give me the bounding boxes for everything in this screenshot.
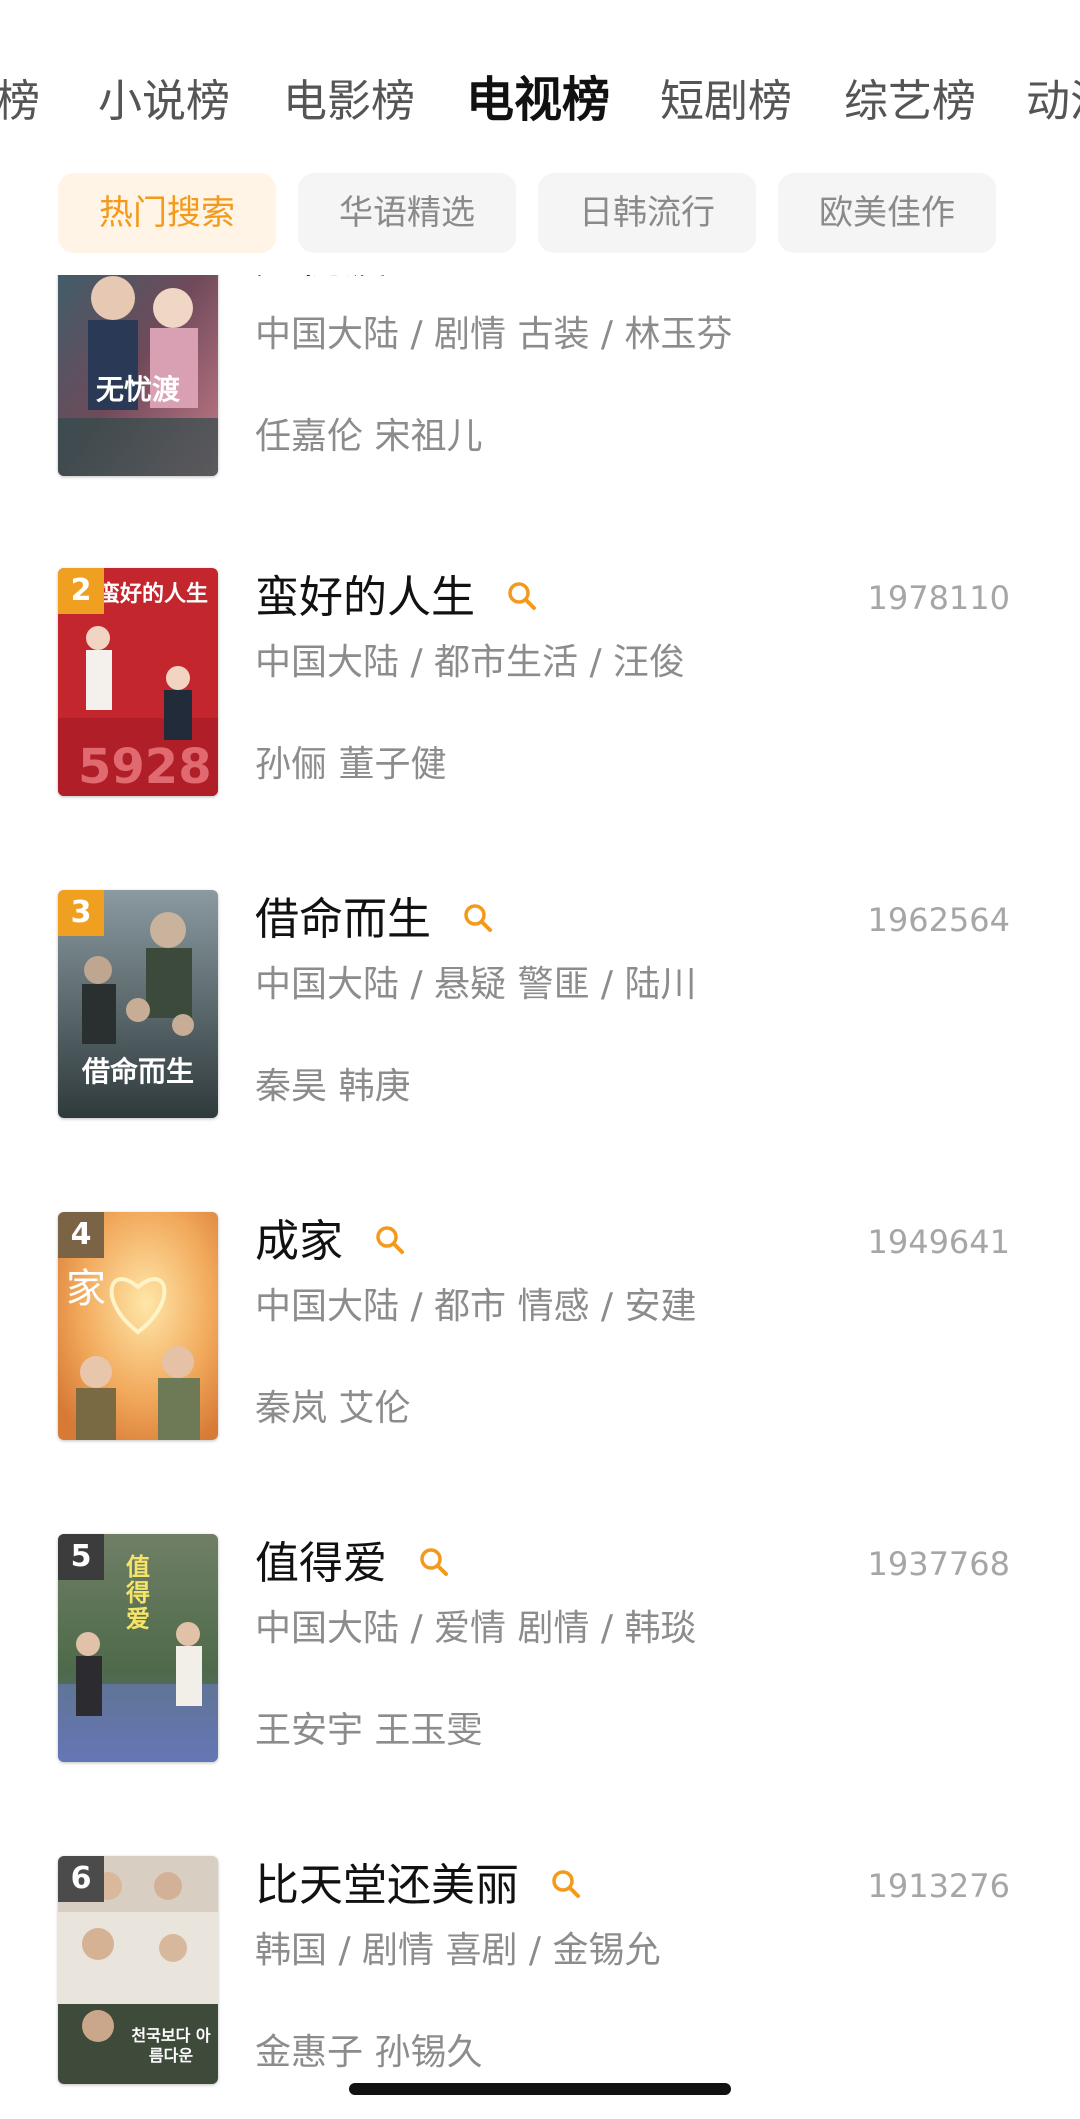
- chip-western[interactable]: 欧美佳作: [778, 173, 996, 253]
- item-meta: 中国大陆 / 爱情 剧情 / 韩琰: [255, 1608, 697, 1649]
- svg-text:5928: 5928: [78, 739, 212, 795]
- item-meta: 中国大陆 / 悬疑 警匪 / 陆川: [255, 964, 697, 1005]
- item-title[interactable]: 成家: [255, 1212, 405, 1272]
- poster-image[interactable]: 家 4: [58, 1212, 218, 1440]
- item-cast: 孙俪 董子健: [255, 744, 447, 785]
- item-title-text: 蛮好的人生: [255, 572, 475, 623]
- poster-art: [58, 248, 218, 476]
- poster-title-text: 借命而生: [81, 1055, 194, 1088]
- chip-chinese-picks[interactable]: 华语精选: [298, 173, 516, 253]
- list-item[interactable]: 无忧渡 1 无忧渡 1998989 中国大陆 / 剧情 古装 / 林玉芬 任嘉伦…: [0, 232, 1080, 478]
- search-icon[interactable]: [375, 1225, 405, 1255]
- item-meta: 中国大陆 / 都市 情感 / 安建: [255, 1286, 697, 1327]
- chip-japan-korea[interactable]: 日韩流行: [538, 173, 756, 253]
- home-indicator[interactable]: [349, 2083, 731, 2095]
- rank-badge: 2: [58, 568, 104, 614]
- item-cast: 王安宇 王玉雯: [255, 1710, 483, 1751]
- search-icon[interactable]: [551, 1869, 581, 1899]
- poster-title-text: 蛮好的人生: [98, 582, 209, 607]
- item-title-text: 比天堂还美丽: [255, 1860, 519, 1911]
- poster-image[interactable]: 值得爱 5: [58, 1534, 218, 1762]
- item-title[interactable]: 比天堂还美丽: [255, 1856, 581, 1916]
- poster-title-text: 无忧渡: [95, 373, 180, 406]
- item-title-text: 值得爱: [255, 1538, 387, 1589]
- item-meta: 中国大陆 / 都市生活 / 汪俊: [255, 642, 686, 683]
- hot-score: 1949641: [867, 1223, 1010, 1261]
- poster-image[interactable]: 借命而生 3: [58, 890, 218, 1118]
- item-cast: 秦昊 韩庚: [255, 1066, 411, 1107]
- item-cast: 秦岚 艾伦: [255, 1388, 411, 1429]
- ranking-list[interactable]: 无忧渡 1 无忧渡 1998989 中国大陆 / 剧情 古装 / 林玉芬 任嘉伦…: [0, 0, 1080, 2119]
- item-title[interactable]: 借命而生: [255, 890, 493, 950]
- item-meta: 韩国 / 剧情 喜剧 / 金锡允: [255, 1930, 661, 1971]
- list-item[interactable]: 值得爱 5 值得爱 1937768 中国大陆 / 爱情 剧情 / 韩琰 王安宇 …: [0, 1534, 1080, 1764]
- list-item[interactable]: 천국보다 아름다운 6 比天堂还美丽 1913276 韩国 / 剧情 喜剧 / …: [0, 1856, 1080, 2086]
- chip-hot-search[interactable]: 热门搜索: [58, 173, 276, 253]
- poster-title-text: 值得爱: [126, 1553, 150, 1633]
- poster-image[interactable]: 천국보다 아름다운 6: [58, 1856, 218, 2084]
- hot-score: 1962564: [867, 901, 1010, 939]
- search-icon[interactable]: [507, 581, 537, 611]
- poster-image[interactable]: 5928 蛮好的人生 2: [58, 568, 218, 796]
- hot-score: 1937768: [867, 1545, 1010, 1583]
- tab-tv-rank[interactable]: 电视榜: [466, 70, 610, 130]
- item-meta: 中国大陆 / 剧情 古装 / 林玉芬: [255, 314, 733, 355]
- item-cast: 金惠子 孙锡久: [255, 2032, 483, 2073]
- list-item[interactable]: 5928 蛮好的人生 2 蛮好的人生 1978110 中国大陆 / 都市生活 /…: [0, 568, 1080, 798]
- item-title-text: 成家: [255, 1216, 343, 1267]
- poster-title-text: 家: [66, 1266, 106, 1312]
- app-screen: 无忧渡 1 无忧渡 1998989 中国大陆 / 剧情 古装 / 林玉芬 任嘉伦…: [0, 0, 1080, 2119]
- tab-book-rank[interactable]: 书榜: [0, 72, 40, 132]
- tab-anime-rank[interactable]: 动漫榜: [1026, 72, 1080, 132]
- rank-badge: 6: [58, 1856, 104, 1902]
- filter-chip-bar: 热门搜索 华语精选 日韩流行 欧美佳作: [0, 165, 1080, 275]
- item-title[interactable]: 值得爱: [255, 1534, 449, 1594]
- category-tab-bar: 书榜 小说榜 电影榜 电视榜 短剧榜 综艺榜 动漫榜: [0, 0, 1080, 165]
- poster-title-text: 천국보다 아름다운: [131, 2026, 211, 2065]
- hot-score: 1913276: [867, 1867, 1010, 1905]
- search-icon[interactable]: [419, 1547, 449, 1577]
- search-icon[interactable]: [463, 903, 493, 933]
- list-item[interactable]: 家 4 成家 1949641 中国大陆 / 都市 情感 / 安建 秦岚 艾伦: [0, 1212, 1080, 1442]
- tab-short-drama-rank[interactable]: 短剧榜: [660, 72, 792, 132]
- tab-novel-rank[interactable]: 小说榜: [98, 72, 230, 132]
- poster-image[interactable]: 无忧渡 1: [58, 248, 218, 476]
- rank-badge: 4: [58, 1212, 104, 1258]
- item-cast: 任嘉伦 宋祖儿: [255, 416, 483, 457]
- tab-movie-rank[interactable]: 电影榜: [283, 72, 415, 132]
- rank-badge: 5: [58, 1534, 104, 1580]
- rank-badge: 3: [58, 890, 104, 936]
- hot-score: 1978110: [867, 579, 1010, 617]
- tab-variety-rank[interactable]: 综艺榜: [844, 72, 976, 132]
- item-title-text: 借命而生: [255, 894, 431, 945]
- item-title[interactable]: 蛮好的人生: [255, 568, 537, 628]
- list-item[interactable]: 借命而生 3 借命而生 1962564 中国大陆 / 悬疑 警匪 / 陆川 秦昊…: [0, 890, 1080, 1120]
